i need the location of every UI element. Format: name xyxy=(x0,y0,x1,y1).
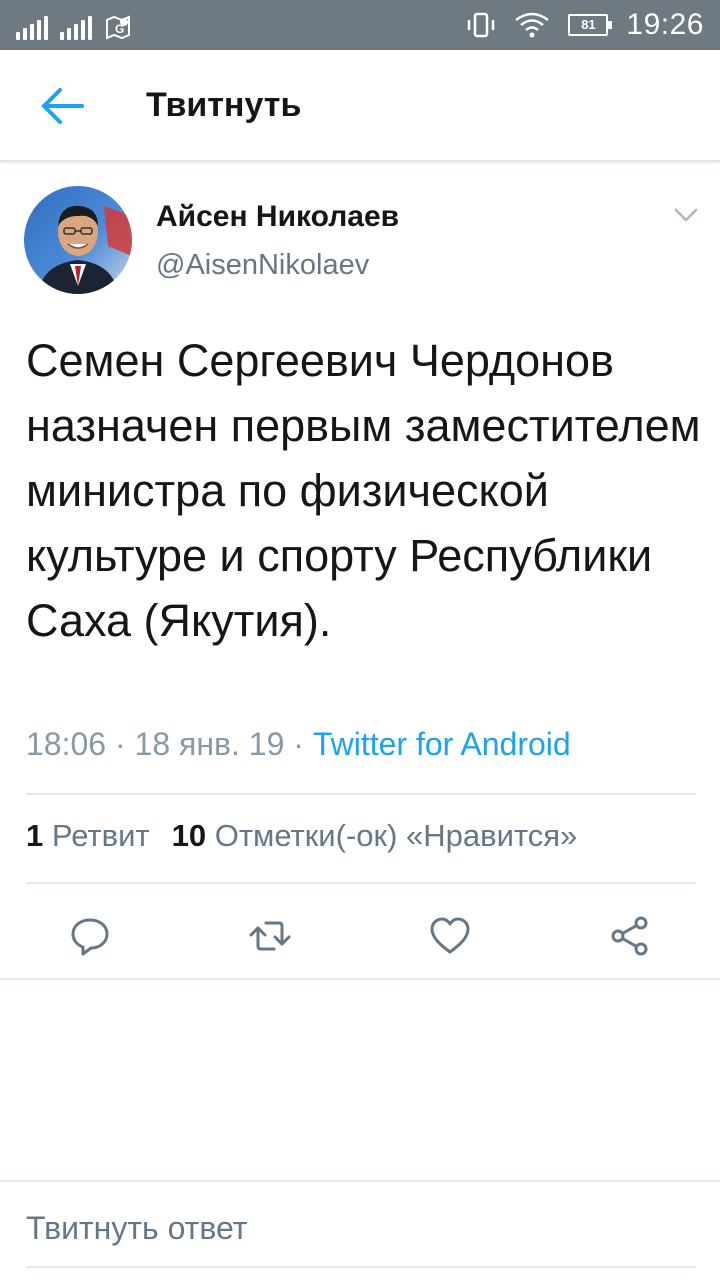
chevron-down-icon xyxy=(674,208,698,222)
battery-icon: 81 xyxy=(568,14,613,36)
avatar[interactable] xyxy=(24,186,132,294)
wifi-icon xyxy=(515,12,550,38)
share-icon xyxy=(611,916,648,956)
retweets-label: Ретвит xyxy=(51,818,150,853)
reply-input-underline xyxy=(26,1266,696,1268)
author-handle[interactable]: @AisenNikolaev xyxy=(156,249,369,282)
author-name[interactable]: Айсен Николаев xyxy=(156,200,399,234)
tweet-client-link[interactable]: Twitter for Android xyxy=(313,726,571,762)
reply-input[interactable]: Твитнуть ответ xyxy=(26,1210,247,1247)
tweet-stats: 1 Ретвит 10 Отметки(-ок) «Нравится» xyxy=(26,818,577,854)
tweet-text: Семен Сергеевич Чердонов назначен первым… xyxy=(26,335,701,646)
retweets-count: 1 xyxy=(26,818,44,853)
retweets-stat[interactable]: 1 Ретвит xyxy=(26,818,150,853)
retweet-button[interactable] xyxy=(242,908,298,964)
tweet-time: 18:06 xyxy=(26,726,107,762)
reply-icon xyxy=(71,918,109,956)
tweet-menu-button[interactable] xyxy=(668,200,704,230)
share-button[interactable] xyxy=(602,908,658,964)
likes-label: Отметки(-ок) «Нравится» xyxy=(214,818,578,853)
status-time: 19:26 xyxy=(626,8,704,41)
signal-icon xyxy=(16,14,92,40)
tweet-date: 18 янв. 19 xyxy=(134,726,285,762)
vibrate-icon xyxy=(468,12,495,38)
divider xyxy=(26,882,696,884)
tweet-actions xyxy=(0,900,720,970)
retweet-icon xyxy=(249,921,291,951)
divider xyxy=(0,1180,720,1182)
divider xyxy=(0,978,720,980)
back-button[interactable] xyxy=(30,80,94,132)
tweet-meta: 18:06 · 18 янв. 19 · Twitter for Android xyxy=(26,726,571,763)
app-bar: Твитнуть xyxy=(0,50,720,162)
avatar-image xyxy=(24,186,132,294)
likes-stat[interactable]: 10 Отметки(-ок) «Нравится» xyxy=(172,818,578,853)
gps-icon: G xyxy=(106,15,130,40)
arrow-left-icon xyxy=(42,88,84,124)
meta-separator: · xyxy=(114,726,126,762)
likes-count: 10 xyxy=(171,818,207,853)
status-bar-left: G xyxy=(16,10,132,40)
divider xyxy=(26,793,696,795)
like-button[interactable] xyxy=(422,908,478,964)
reply-button[interactable] xyxy=(62,908,118,964)
meta-separator: · xyxy=(293,726,304,762)
status-bar-right: 81 19:26 xyxy=(466,0,704,50)
status-bar: G 81 19:26 xyxy=(0,0,720,50)
page-title: Твитнуть xyxy=(146,86,302,124)
like-icon xyxy=(430,917,470,954)
